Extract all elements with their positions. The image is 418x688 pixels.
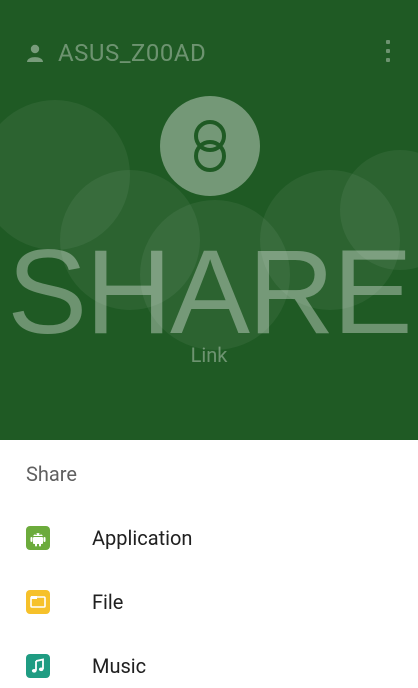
share-option-music[interactable]: Music [0, 636, 418, 688]
account-name: ASUS_Z00AD [58, 39, 207, 67]
sheet-title: Share [26, 462, 77, 486]
share-option-label: Music [92, 654, 147, 678]
hero-subtitle: Link [190, 343, 228, 367]
more-vert-icon[interactable] [384, 40, 392, 62]
share-option-file[interactable]: File [0, 572, 418, 632]
share-link-screen: ASUS_Z00AD SHARE Link Share Application … [0, 0, 418, 688]
share-option-label: Application [92, 526, 193, 550]
android-app-icon [26, 526, 50, 550]
share-option-label: File [92, 590, 124, 614]
dimmed-app-background[interactable]: ASUS_Z00AD SHARE Link [0, 0, 418, 440]
share-option-application[interactable]: Application [0, 508, 418, 568]
share-link-logo-icon [160, 96, 260, 196]
account-header[interactable]: ASUS_Z00AD [26, 39, 206, 67]
hero-title: SHARE [7, 225, 412, 359]
share-bottom-sheet: Share Application File Music [0, 440, 418, 688]
user-icon [26, 44, 44, 62]
folder-icon [26, 590, 50, 614]
music-note-icon [26, 654, 50, 678]
